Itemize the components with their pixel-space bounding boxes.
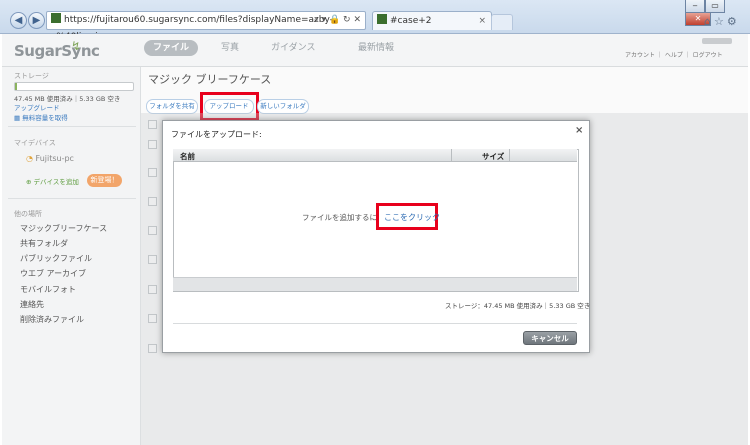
user-links[interactable]: アカウント ｜ ヘルプ ｜ ログアウト <box>625 50 723 59</box>
sidebar-item-magic-briefcase[interactable]: マジックブリーフケース <box>20 223 107 234</box>
divider <box>8 198 136 199</box>
column-size[interactable]: サイズ <box>482 151 504 162</box>
tab-favicon-icon <box>377 14 387 24</box>
share-folder-button[interactable]: フォルダを共有 <box>146 99 198 114</box>
table-header <box>173 149 577 162</box>
tab-news[interactable]: 最新情報 <box>358 40 394 56</box>
new-tab-button[interactable] <box>491 14 513 30</box>
other-places-heading: 他の場所 <box>14 210 42 218</box>
forward-icon[interactable]: ▶ <box>28 12 45 29</box>
devices-heading: マイデバイス <box>14 139 56 147</box>
sidebar-item-public-files[interactable]: パブリックファイル <box>20 253 92 264</box>
folder-title: マジック ブリーフケース <box>148 73 272 86</box>
dialog-divider <box>173 323 577 324</box>
maximize-icon[interactable]: ▭ <box>705 0 725 13</box>
tab-close-icon[interactable]: × <box>478 12 486 30</box>
column-name[interactable]: 名前 <box>180 151 195 162</box>
storage-bar-fill <box>15 83 17 90</box>
free-space-label: 無料容量を取得 <box>22 114 68 122</box>
sidebar-item-contacts[interactable]: 連絡先 <box>20 299 44 310</box>
free-space-link[interactable]: ▦ 無料容量を取得 <box>14 112 68 122</box>
storage-bar <box>14 82 134 91</box>
username-redacted <box>702 38 732 44</box>
dialog-storage-info: ストレージ：47.45 MB 使用済み｜5.33 GB 空き <box>445 302 591 310</box>
table-footer <box>173 277 577 291</box>
tab-photos[interactable]: 写真 <box>221 40 239 56</box>
new-folder-button[interactable]: 新しいフォルダ <box>257 99 309 114</box>
add-device-label: デバイスを追加 <box>33 178 79 186</box>
computer-icon: ◔ <box>26 154 33 163</box>
tab-files[interactable]: ファイル <box>144 40 198 56</box>
window-controls: ‒ ▭✕ <box>685 0 750 26</box>
sidebar-item-web-archive[interactable]: ウエブ アーカイブ <box>20 268 86 279</box>
tab-title: #case+2 <box>390 16 432 26</box>
new-badge: 新登場！ <box>87 174 122 187</box>
cancel-button[interactable]: キャンセル <box>523 331 577 345</box>
browser-tab[interactable]: #case+2 × <box>372 11 492 30</box>
dialog-close-icon[interactable]: × <box>575 125 583 136</box>
device-item[interactable]: ◔ Fujitsu-pc <box>26 154 74 163</box>
storage-heading: ストレージ <box>14 72 49 80</box>
logo-mark-icon: ↯ <box>71 39 82 53</box>
browser-tool-icons[interactable]: ⌂☆⚙ <box>704 15 740 28</box>
click-here-link[interactable]: ここをクリック <box>384 212 440 223</box>
upgrade-link[interactable]: アップグレード <box>14 102 60 112</box>
dialog-title: ファイルをアップロード: <box>171 130 262 139</box>
add-device-link[interactable]: ⊕ デバイスを追加 <box>26 176 79 186</box>
minimize-icon[interactable]: ‒ <box>685 0 705 13</box>
address-bar-icons[interactable]: ⌕ ▾ 🔒 ↻ ✕ <box>314 12 361 29</box>
device-name: Fujitsu-pc <box>35 154 74 163</box>
sidebar-item-mobile-photos[interactable]: モバイルフォト <box>20 284 76 295</box>
divider <box>8 126 136 127</box>
back-icon[interactable]: ◀ <box>10 12 27 29</box>
sugarsync-logo[interactable]: SugarSync <box>14 42 100 60</box>
site-favicon-icon <box>51 13 61 23</box>
sidebar-item-deleted-files[interactable]: 削除済みファイル <box>20 314 84 325</box>
address-bar[interactable]: https://fujitarou60.sugarsync.com/files?… <box>46 11 366 42</box>
column-divider <box>509 149 510 161</box>
column-divider <box>451 149 452 161</box>
tab-guidance[interactable]: ガイダンス <box>271 40 315 56</box>
sidebar-item-shared-folders[interactable]: 共有フォルダ <box>20 238 68 249</box>
